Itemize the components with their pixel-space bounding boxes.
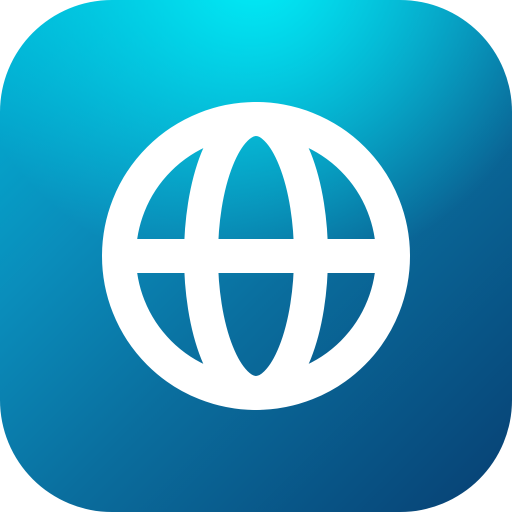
app-icon[interactable] [0,0,512,512]
globe-icon [102,102,410,410]
